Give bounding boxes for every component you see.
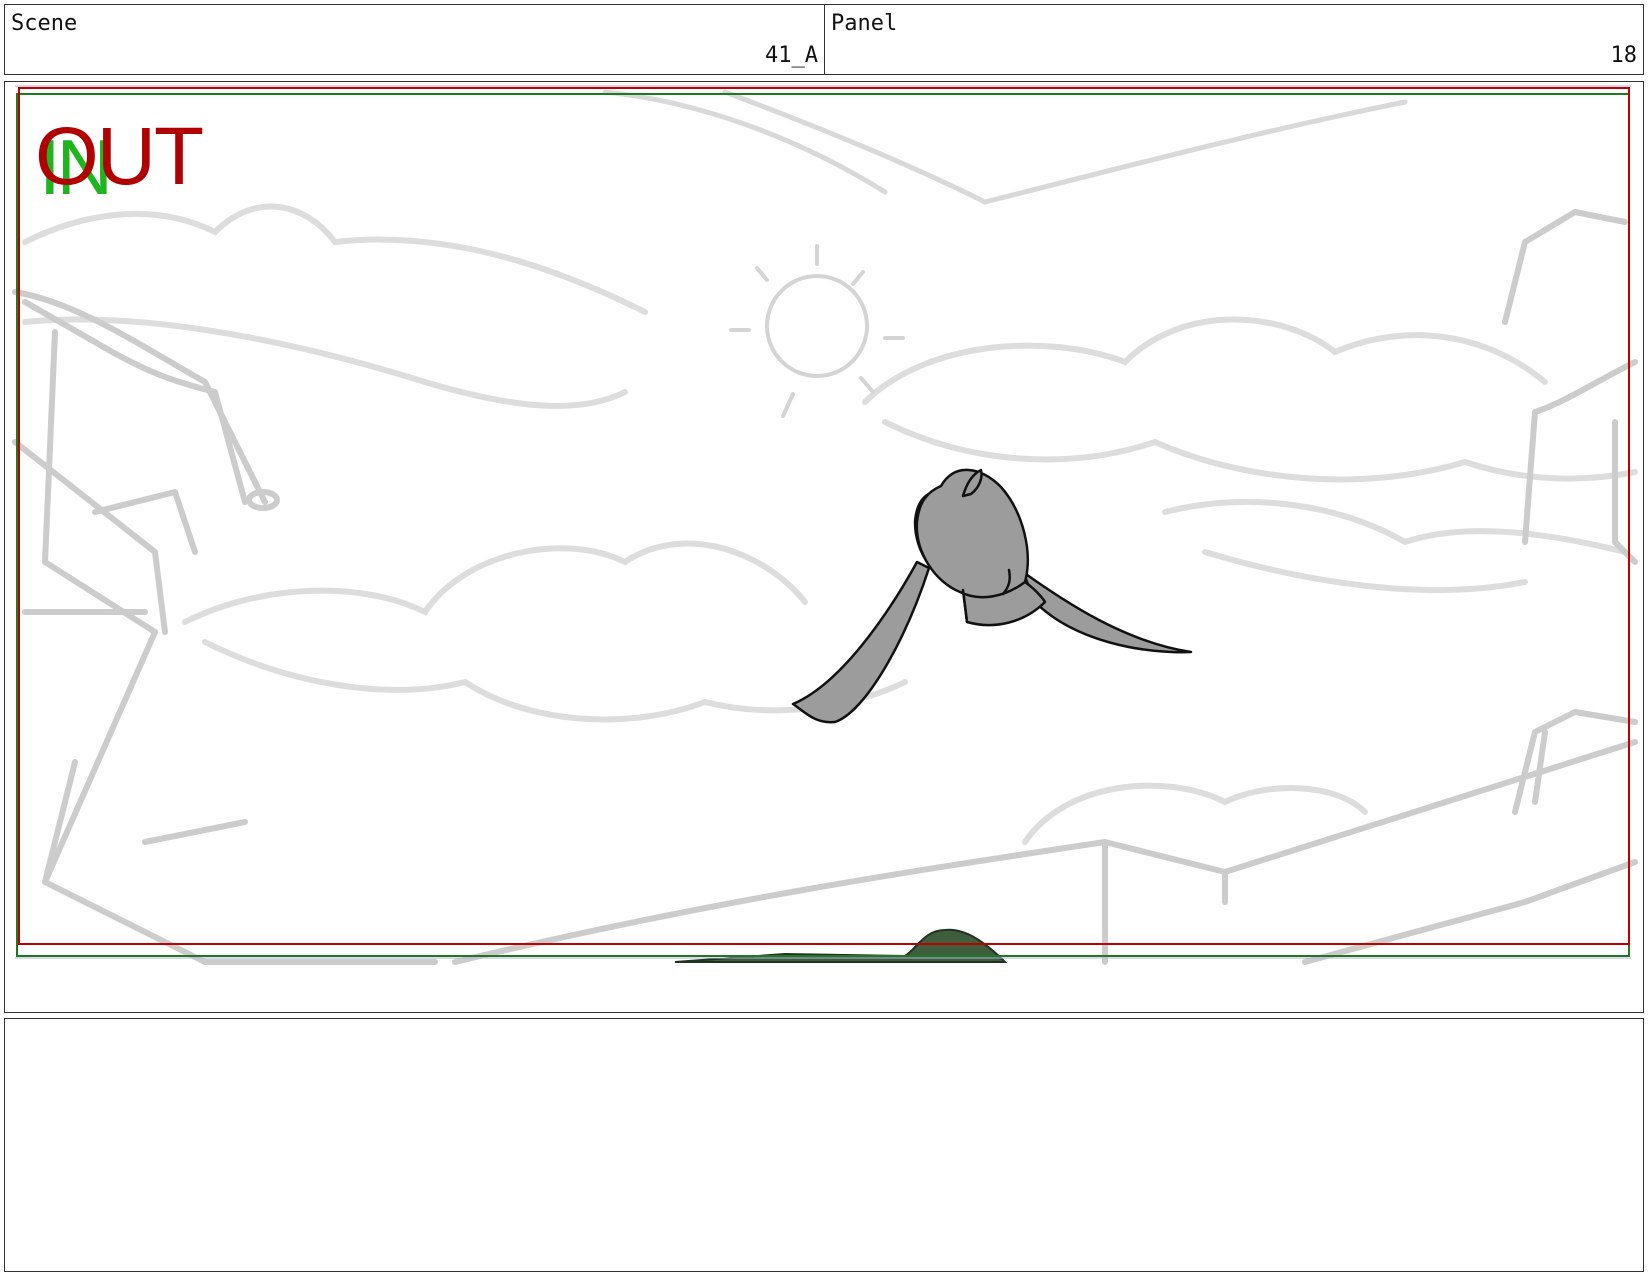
out-guide-rect bbox=[18, 87, 1630, 945]
cloud-sketches bbox=[22, 203, 1638, 845]
out-label: OUT bbox=[35, 111, 204, 202]
scene-cell: Scene 41_A bbox=[5, 5, 825, 74]
panel-number: 18 bbox=[1610, 43, 1638, 68]
frame-artwork bbox=[12, 85, 1638, 965]
notes-area[interactable] bbox=[4, 1018, 1644, 1272]
left-building-sketch bbox=[12, 289, 438, 965]
flying-character bbox=[791, 468, 1193, 724]
scene-number: 41_A bbox=[765, 43, 818, 68]
scene-label: Scene bbox=[11, 11, 78, 36]
in-guide-rect bbox=[16, 93, 1630, 957]
panel-label: Panel bbox=[831, 11, 898, 36]
storyboard-header: Scene 41_A Panel 18 bbox=[4, 4, 1644, 75]
safe-frame-guides bbox=[15, 85, 1631, 959]
ceiling-sketch bbox=[602, 89, 1408, 205]
storyboard-frame: IN OUT bbox=[4, 81, 1644, 1013]
panel-cell: Panel 18 bbox=[825, 5, 1643, 74]
ground-shape bbox=[674, 928, 1008, 963]
in-out-marker: IN OUT bbox=[35, 111, 235, 207]
